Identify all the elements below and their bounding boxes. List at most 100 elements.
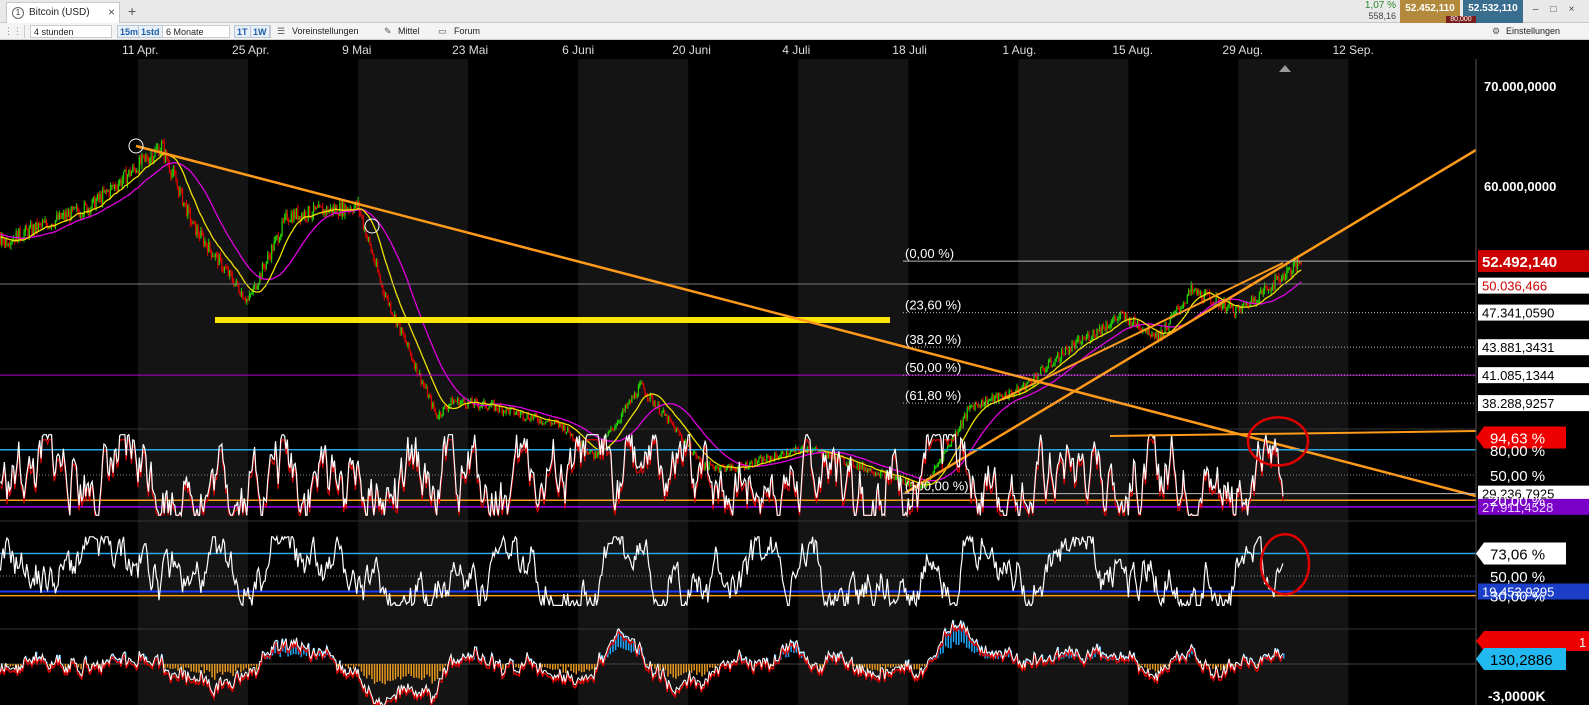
candle-body — [682, 439, 684, 443]
macd-histogram-bar — [517, 664, 520, 668]
candle-body — [437, 417, 439, 419]
candle-body — [1262, 290, 1264, 294]
candle-body — [760, 457, 763, 464]
candle-body — [219, 255, 222, 259]
macd-histogram-bar — [413, 664, 415, 678]
price-chart[interactable]: 11 Apr. 25 Apr. 9 Mai 23 Mai 6 Juni 20 Juni 4 … — [0, 41, 1589, 705]
candle-body — [975, 404, 977, 406]
candle-body — [631, 396, 633, 403]
candle-body — [1282, 274, 1284, 278]
range-1w-button[interactable]: 1W — [250, 25, 270, 38]
candle-body — [1138, 322, 1140, 330]
gear-icon[interactable]: ⚙ — [1492, 25, 1500, 38]
candle-body — [775, 453, 777, 457]
candle-body — [239, 292, 241, 297]
average-menu[interactable]: Mittel — [398, 25, 420, 38]
candle-body — [1222, 305, 1224, 309]
candle-body — [210, 249, 212, 257]
candle-body — [343, 202, 345, 216]
candle-body — [105, 190, 108, 192]
candle-body — [1235, 306, 1237, 316]
candle-body — [1051, 365, 1053, 367]
x-tick-label: 15 Aug. — [1112, 43, 1153, 57]
tab-bitcoin-usd[interactable]: 1 Bitcoin (USD) × — [6, 2, 120, 23]
macd-histogram-bar — [1162, 664, 1164, 668]
candle-body — [276, 235, 278, 238]
macd-upper-label: 1 — [1579, 635, 1586, 650]
candle-body — [384, 295, 387, 297]
candle-body — [692, 452, 695, 455]
minimize-icon[interactable]: – — [1530, 3, 1541, 17]
candle-body — [1283, 274, 1285, 280]
candle-body — [544, 421, 547, 424]
maximize-icon[interactable]: □ — [1548, 3, 1559, 17]
candle-body — [1089, 339, 1091, 341]
interval-1std-button[interactable]: 1std — [138, 25, 163, 38]
candle-body — [425, 386, 427, 389]
candle-body — [269, 255, 271, 260]
macd-histogram-bar — [682, 664, 685, 674]
candle-body — [1039, 367, 1042, 376]
candle-body — [678, 430, 680, 434]
candle-body — [206, 245, 209, 253]
macd-histogram-bar — [551, 664, 554, 670]
candle-body — [472, 404, 474, 406]
macd-histogram-bar — [400, 664, 402, 680]
settings-menu[interactable]: Einstellungen — [1506, 25, 1560, 38]
candle-body — [1279, 279, 1281, 282]
candle-body — [644, 389, 646, 395]
change-absolute: 558,16 — [1368, 11, 1396, 21]
candle-body — [1257, 300, 1259, 302]
candle-body — [369, 237, 371, 245]
candle-body — [390, 303, 392, 313]
candle-body — [1113, 317, 1115, 321]
macd-histogram-bar — [690, 664, 693, 673]
candle-body — [1064, 346, 1067, 355]
candle-body — [988, 399, 991, 401]
candle-body — [681, 435, 683, 440]
x-tick-label: 4 Juli — [782, 43, 810, 57]
candle-body — [1233, 312, 1236, 316]
macd-histogram-bar — [237, 664, 240, 668]
candle-body — [550, 422, 552, 425]
macd-histogram-bar — [221, 664, 224, 675]
forum-link[interactable]: Forum — [454, 25, 480, 38]
macd-histogram-bar — [363, 664, 365, 676]
candle-body — [327, 207, 329, 214]
candle-body — [559, 422, 561, 427]
candle-body — [502, 410, 505, 414]
window-close-icon[interactable]: × — [1566, 3, 1577, 17]
candle-body — [57, 214, 59, 220]
candle-body — [295, 208, 298, 219]
candle-body — [227, 268, 229, 276]
candle-body — [716, 466, 718, 468]
candle-body — [399, 322, 401, 334]
candle-body — [475, 399, 477, 401]
candle-body — [102, 189, 104, 204]
candle-body — [949, 445, 951, 447]
range-1t-button[interactable]: 1T — [234, 25, 251, 38]
candle-body — [1211, 303, 1213, 305]
candle-body — [430, 396, 433, 408]
presets-menu[interactable]: Voreinstellungen — [292, 25, 359, 38]
candle-body — [766, 455, 768, 462]
macd-histogram-bar — [185, 664, 187, 668]
candle-body — [699, 456, 701, 461]
range-select[interactable]: 6 Monate — [162, 25, 230, 38]
candle-body — [242, 291, 244, 299]
candle-body — [717, 466, 719, 471]
add-tab-icon[interactable]: + — [128, 2, 136, 20]
macd-histogram-bar — [80, 664, 82, 670]
candle-body — [1184, 303, 1186, 305]
candle-body — [1043, 369, 1046, 373]
macd-histogram-bar — [415, 664, 418, 678]
candle-body — [82, 214, 84, 217]
candle-body — [633, 393, 636, 399]
candle-body — [81, 215, 83, 217]
interval-select[interactable]: 4 stunden — [30, 25, 112, 38]
close-icon[interactable]: × — [108, 3, 115, 22]
candle-body — [1151, 334, 1153, 337]
divider — [24, 25, 25, 38]
candle-body — [451, 397, 453, 405]
candle-body — [27, 229, 29, 237]
